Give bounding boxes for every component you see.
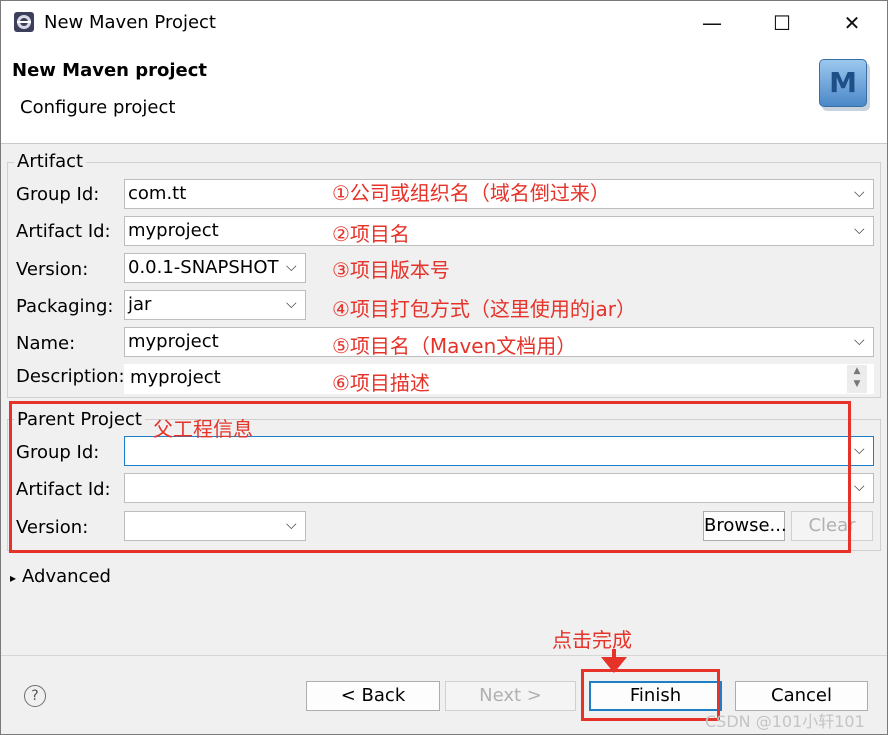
close-button[interactable]: ✕ [817,1,887,45]
packaging-combo[interactable]: jar [124,290,306,320]
description-scrollbar[interactable]: ▲ ▼ [847,365,867,393]
maximize-button[interactable]: ☐ [747,1,817,45]
annotation-group-id: ①公司或组织名（域名倒过来） [332,181,610,205]
close-icon: ✕ [843,11,861,35]
name-value: myproject [128,331,219,352]
description-label: Description: [16,366,125,387]
annotation-name: ⑤项目名（Maven文档用） [332,334,577,358]
maximize-icon: ☐ [773,11,791,35]
annotation-packaging: ④项目打包方式（这里使用的jar） [332,297,636,321]
chevron-down-icon[interactable]: ⌵ [854,442,865,458]
finish-highlight-box [581,669,720,721]
advanced-label: Advanced [22,566,111,587]
title-bar: New Maven Project — ☐ ✕ [1,1,887,45]
back-button[interactable]: < Back [306,681,440,711]
help-icon[interactable]: ? [24,685,46,707]
next-button[interactable]: Next > [445,681,576,711]
chevron-down-icon[interactable]: ⌵ [854,185,865,201]
cancel-button[interactable]: Cancel [735,681,868,711]
annotation-parent-project: 父工程信息 [153,417,253,441]
artifact-group-title: Artifact [14,151,87,172]
chevron-down-icon[interactable]: ⌵ [854,333,865,349]
packaging-label: Packaging: [16,296,114,317]
chevron-down-icon[interactable]: ⌵ [854,479,865,495]
artifact-id-label: Artifact Id: [16,221,111,242]
wizard-subtitle: Configure project [20,97,176,118]
description-textarea[interactable]: myproject [124,364,874,394]
chevron-down-icon[interactable]: ⌵ [854,222,865,238]
eclipse-app-icon [14,12,34,32]
annotation-version: ③项目版本号 [332,258,450,282]
advanced-section-toggle[interactable]: ▸ Advanced [10,566,111,587]
description-value: myproject [130,367,221,388]
maven-logo-letter: M [829,66,857,99]
new-maven-project-dialog: New Maven Project — ☐ ✕ New Maven projec… [0,0,888,735]
artifact-id-combo[interactable]: myproject [124,216,874,246]
minimize-button[interactable]: — [677,1,747,45]
chevron-down-icon[interactable]: ⌵ [286,259,297,275]
annotation-artifact-id: ②项目名 [332,222,410,246]
group-id-label: Group Id: [16,184,100,205]
packaging-value: jar [128,294,152,315]
maven-logo-icon: M [819,59,867,107]
minimize-icon: — [702,11,722,35]
name-label: Name: [16,333,76,354]
footer-divider [1,655,887,656]
watermark: CSDN @101小轩101 [705,712,865,731]
expand-arrow-icon: ▸ [10,571,17,585]
annotation-description: ⑥项目描述 [332,371,430,395]
version-value: 0.0.1-SNAPSHOT [128,257,279,278]
chevron-down-icon[interactable]: ⌵ [286,296,297,312]
version-combo[interactable]: 0.0.1-SNAPSHOT [124,253,306,283]
version-label: Version: [16,259,89,280]
group-id-value: com.tt [128,183,187,204]
window-title: New Maven Project [44,12,216,33]
wizard-header: New Maven project Configure project M [1,45,887,144]
artifact-id-value: myproject [128,220,219,241]
wizard-title: New Maven project [12,60,208,81]
parent-project-highlight-box [9,401,851,553]
